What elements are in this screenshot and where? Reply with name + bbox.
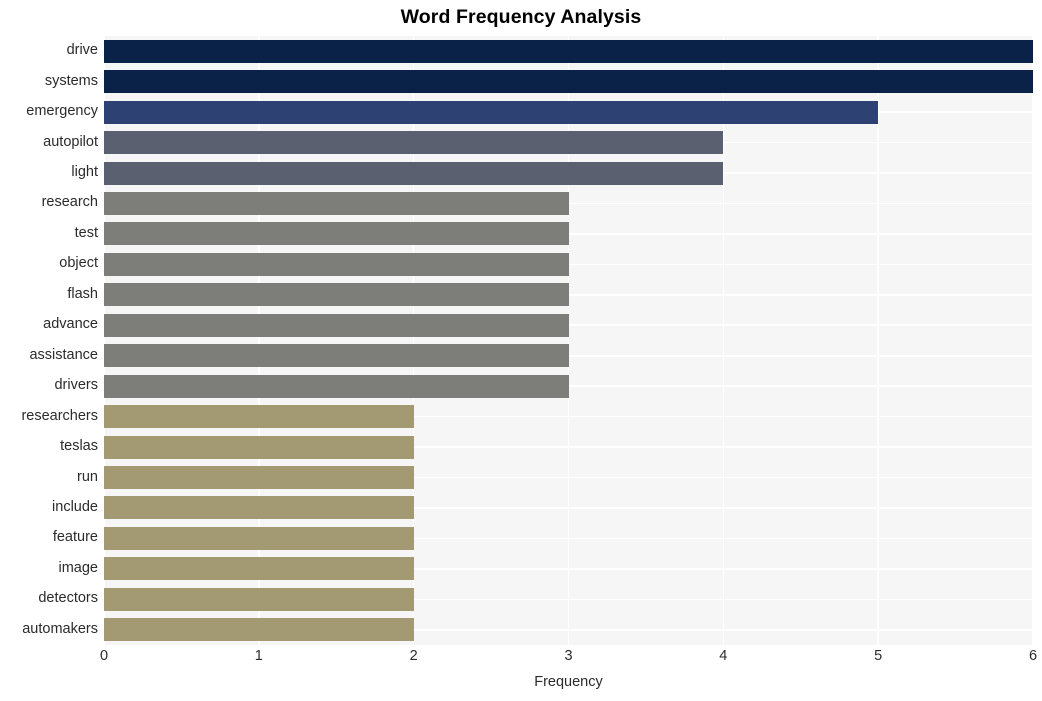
bar-feature bbox=[104, 526, 414, 550]
bar-teslas bbox=[104, 435, 414, 459]
bar-include bbox=[104, 496, 414, 520]
gridline-vertical-3 bbox=[567, 36, 570, 645]
y-tick-label-researchers: researchers bbox=[21, 407, 98, 424]
y-tick-label-light: light bbox=[71, 164, 98, 181]
bar-light bbox=[104, 161, 724, 185]
y-tick-label-flash: flash bbox=[67, 285, 98, 302]
x-tick-label-3: 3 bbox=[564, 648, 573, 664]
bar-assistance bbox=[104, 344, 569, 368]
bar-flash bbox=[104, 283, 569, 307]
bar-detectors bbox=[104, 587, 414, 611]
y-tick-label-assistance: assistance bbox=[29, 346, 98, 363]
gridline-vertical-5 bbox=[877, 36, 879, 645]
x-tick-label-6: 6 bbox=[1028, 648, 1038, 664]
y-tick-label-include: include bbox=[52, 498, 98, 515]
gridline-vertical-2 bbox=[412, 36, 415, 645]
bar-run bbox=[104, 466, 414, 490]
x-axis-label: Frequency bbox=[534, 674, 603, 690]
gridline-vertical-4 bbox=[722, 36, 725, 645]
bar-object bbox=[104, 252, 569, 276]
x-axis-tick-labels: 0 1 2 3 4 5 6 bbox=[100, 648, 1037, 670]
bar-researchers bbox=[104, 405, 414, 429]
y-tick-label-emergency: emergency bbox=[26, 103, 98, 120]
x-tick-label-5: 5 bbox=[874, 648, 883, 664]
y-axis-tick-labels: drive systems emergency autopilot light resea… bbox=[0, 36, 98, 645]
gridline-vertical-1 bbox=[258, 36, 260, 645]
bar-advance bbox=[104, 313, 569, 337]
bar-autopilot bbox=[104, 131, 724, 155]
bar-image bbox=[104, 557, 414, 581]
y-tick-label-run: run bbox=[77, 468, 98, 485]
plot-area bbox=[104, 36, 1033, 645]
y-tick-label-advance: advance bbox=[43, 316, 98, 333]
chart-figure: Word Frequency Analysis drive systems emer… bbox=[0, 0, 1042, 701]
x-tick-label-0: 0 bbox=[99, 648, 109, 664]
bar-automakers bbox=[104, 618, 414, 642]
bar-test bbox=[104, 222, 569, 246]
y-tick-label-detectors: detectors bbox=[38, 590, 98, 607]
bar-drivers bbox=[104, 374, 569, 398]
y-tick-label-autopilot: autopilot bbox=[43, 133, 98, 150]
chart-title: Word Frequency Analysis bbox=[400, 6, 642, 28]
y-tick-label-drivers: drivers bbox=[54, 377, 98, 394]
bar-drive bbox=[104, 39, 1033, 63]
gridline-vertical-0 bbox=[104, 36, 105, 645]
x-tick-label-2: 2 bbox=[409, 648, 418, 664]
bar-systems bbox=[104, 70, 1033, 94]
y-tick-label-research: research bbox=[41, 194, 98, 211]
y-tick-label-systems: systems bbox=[44, 72, 98, 89]
gridline-vertical-6 bbox=[1032, 36, 1033, 645]
y-tick-label-drive: drive bbox=[66, 42, 98, 59]
bar-research bbox=[104, 191, 569, 215]
y-tick-label-automakers: automakers bbox=[22, 620, 98, 637]
y-tick-label-image: image bbox=[58, 559, 99, 576]
x-tick-label-1: 1 bbox=[254, 648, 263, 664]
bar-emergency bbox=[104, 100, 879, 124]
y-tick-label-test: test bbox=[74, 224, 98, 241]
y-tick-label-feature: feature bbox=[52, 529, 98, 546]
y-tick-label-teslas: teslas bbox=[60, 438, 98, 455]
x-tick-label-4: 4 bbox=[719, 648, 728, 664]
y-tick-label-object: object bbox=[59, 255, 98, 272]
